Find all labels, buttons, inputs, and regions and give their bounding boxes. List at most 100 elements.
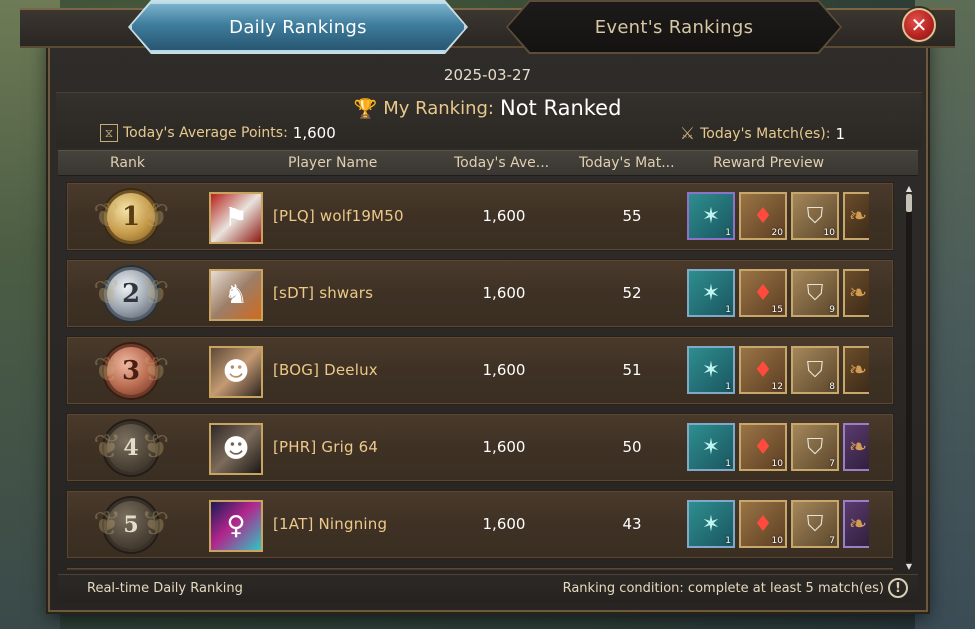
scrollbar[interactable]: ▲ ▼ bbox=[903, 184, 915, 572]
scroll-thumb[interactable] bbox=[906, 194, 912, 212]
scroll-down-icon[interactable]: ▼ bbox=[903, 562, 915, 572]
table-row[interactable]: ❦ 2 ❦ ♞ [sDT] shwars 1,600 52 ✶ 1 ♦ 15 ⛉ 9 … bbox=[66, 259, 894, 328]
reward-item[interactable]: ⛉ 10 bbox=[791, 192, 839, 240]
reward-count: 15 bbox=[771, 305, 783, 315]
feather-icon: ❧ bbox=[848, 357, 868, 383]
avatar-figure-icon: ☻ bbox=[222, 357, 250, 387]
player-name[interactable]: [1AT] Ningning bbox=[273, 515, 387, 533]
table-row[interactable] bbox=[66, 567, 894, 570]
reward-item[interactable]: ⛉ 8 bbox=[791, 346, 839, 394]
scroll-track[interactable] bbox=[906, 194, 912, 562]
reward-item[interactable]: ✶ 1 bbox=[687, 346, 735, 394]
table-row[interactable]: ❦ 5 ❦ ♀ [1AT] Ningning 1,600 43 ✶ 1 ♦ 10 ⛉… bbox=[66, 490, 894, 559]
gem-icon: ♦ bbox=[753, 280, 773, 306]
close-button[interactable]: ✕ bbox=[902, 8, 936, 42]
avg-points: 1,600 bbox=[482, 438, 526, 456]
my-ranking: 🏆 My Ranking: Not Ranked bbox=[0, 96, 975, 120]
rank-badge: ❦ 2 ❦ bbox=[91, 267, 171, 321]
reward-item[interactable]: ❧ bbox=[843, 423, 869, 471]
player-name[interactable]: [PHR] Grig 64 bbox=[273, 438, 378, 456]
reward-item[interactable]: ✶ 1 bbox=[687, 500, 735, 548]
avatar[interactable]: ♞ bbox=[209, 269, 263, 321]
feather-icon: ❧ bbox=[848, 434, 868, 460]
laurel-icon: ❦ bbox=[93, 196, 122, 236]
col-player-name: Player Name bbox=[288, 155, 378, 171]
reward-item[interactable]: ♦ 10 bbox=[739, 423, 787, 471]
footer: Real-time Daily Ranking Ranking conditio… bbox=[58, 574, 918, 602]
feather-icon: ❧ bbox=[848, 203, 868, 229]
tab-daily-rankings[interactable]: Daily Rankings bbox=[130, 2, 466, 52]
reward-item[interactable]: ❧ bbox=[843, 192, 869, 240]
reward-item[interactable]: ♦ 12 bbox=[739, 346, 787, 394]
weapon-icon: ✶ bbox=[701, 357, 721, 383]
footer-realtime-label: Real-time Daily Ranking bbox=[87, 581, 243, 596]
reward-item[interactable]: ❧ bbox=[843, 346, 869, 394]
reward-item[interactable]: ✶ 1 bbox=[687, 423, 735, 471]
match-count: 50 bbox=[622, 438, 642, 456]
avg-points-label: Today's Average Points: bbox=[123, 125, 288, 141]
reward-item[interactable]: ⛉ 7 bbox=[791, 500, 839, 548]
player-name[interactable]: [sDT] shwars bbox=[273, 284, 373, 302]
avatar[interactable]: ☻ bbox=[209, 423, 263, 475]
reward-item[interactable]: ❧ bbox=[843, 269, 869, 317]
info-icon[interactable]: ! bbox=[888, 578, 908, 598]
weapon-icon: ✶ bbox=[701, 434, 721, 460]
hourglass-icon: ⧖ bbox=[100, 124, 118, 142]
avg-points: 1,600 bbox=[482, 207, 526, 225]
ranking-list[interactable]: ❦ 1 ❦ ⚑ [PLQ] wolf19M50 1,600 55 ✶ 1 ♦ 20 … bbox=[60, 178, 916, 570]
col-rank: Rank bbox=[110, 155, 145, 171]
player-name[interactable]: [PLQ] wolf19M50 bbox=[273, 207, 404, 225]
reward-count: 1 bbox=[725, 459, 731, 469]
avatar[interactable]: ☻ bbox=[209, 346, 263, 398]
avg-points: 1,600 bbox=[482, 361, 526, 379]
avatar[interactable]: ⚑ bbox=[209, 192, 263, 244]
reward-item[interactable]: ⛉ 9 bbox=[791, 269, 839, 317]
rank-badge: ❦ 1 ❦ bbox=[91, 190, 171, 244]
rank-badge: ❦ 5 ❦ bbox=[91, 498, 171, 552]
table-row[interactable]: ❦ 3 ❦ ☻ [BOG] Deelux 1,600 51 ✶ 1 ♦ 12 ⛉ 8 … bbox=[66, 336, 894, 405]
sword-icon: ⚔ bbox=[679, 124, 696, 144]
laurel-icon: ❦ bbox=[140, 196, 170, 236]
tab-events-rankings[interactable]: Event's Rankings bbox=[508, 2, 840, 52]
reward-item[interactable]: ⛉ 7 bbox=[791, 423, 839, 471]
gem-icon: ♦ bbox=[753, 357, 773, 383]
footer-condition-label: Ranking condition: complete at least 5 m… bbox=[562, 581, 884, 596]
table-row[interactable]: ❦ 1 ❦ ⚑ [PLQ] wolf19M50 1,600 55 ✶ 1 ♦ 20 … bbox=[66, 182, 894, 251]
reward-item[interactable]: ♦ 15 bbox=[739, 269, 787, 317]
reward-count: 10 bbox=[771, 536, 783, 546]
col-reward: Reward Preview bbox=[713, 155, 825, 171]
gem-icon: ♦ bbox=[753, 511, 773, 537]
shield-icon: ⛉ bbox=[806, 203, 824, 229]
reward-item[interactable]: ♦ 20 bbox=[739, 192, 787, 240]
match-count: 43 bbox=[622, 515, 642, 533]
my-ranking-value: Not Ranked bbox=[500, 96, 622, 120]
matches-value: 1 bbox=[835, 125, 845, 143]
rank-badge: ❦ 3 ❦ bbox=[91, 344, 171, 398]
gem-icon: ♦ bbox=[753, 434, 773, 460]
reward-count: 1 bbox=[725, 305, 731, 315]
avg-points: 1,600 bbox=[482, 284, 526, 302]
reward-preview: ✶ 1 ♦ 12 ⛉ 8 ❧ bbox=[687, 346, 869, 396]
shield-icon: ⛉ bbox=[806, 434, 824, 460]
avatar-figure-icon: ♀ bbox=[226, 511, 246, 541]
avatar-figure-icon: ♞ bbox=[224, 280, 248, 310]
reward-item[interactable]: ✶ 1 bbox=[687, 269, 735, 317]
player-name[interactable]: [BOG] Deelux bbox=[273, 361, 378, 379]
reward-item[interactable]: ✶ 1 bbox=[687, 192, 735, 240]
rank-number: 1 bbox=[121, 202, 141, 232]
reward-preview: ✶ 1 ♦ 10 ⛉ 7 ❧ bbox=[687, 423, 869, 473]
feather-icon: ❧ bbox=[848, 280, 868, 306]
scroll-up-icon[interactable]: ▲ bbox=[903, 184, 915, 194]
close-icon: ✕ bbox=[910, 13, 928, 37]
table-row[interactable]: ❦ 4 ❦ ☻ [PHR] Grig 64 1,600 50 ✶ 1 ♦ 10 ⛉ 7… bbox=[66, 413, 894, 482]
laurel-icon: ❦ bbox=[140, 273, 170, 313]
rank-badge: ❦ 4 ❦ bbox=[91, 421, 171, 475]
tab-daily-label: Daily Rankings bbox=[229, 16, 367, 38]
trophy-icon: 🏆 bbox=[353, 97, 378, 120]
reward-item[interactable]: ♦ 10 bbox=[739, 500, 787, 548]
weapon-icon: ✶ bbox=[701, 280, 721, 306]
reward-item[interactable]: ❧ bbox=[843, 500, 869, 548]
avatar[interactable]: ♀ bbox=[209, 500, 263, 552]
column-header: Rank Player Name Today's Ave... Today's … bbox=[58, 150, 918, 176]
avatar-figure-icon: ⚑ bbox=[224, 203, 248, 233]
